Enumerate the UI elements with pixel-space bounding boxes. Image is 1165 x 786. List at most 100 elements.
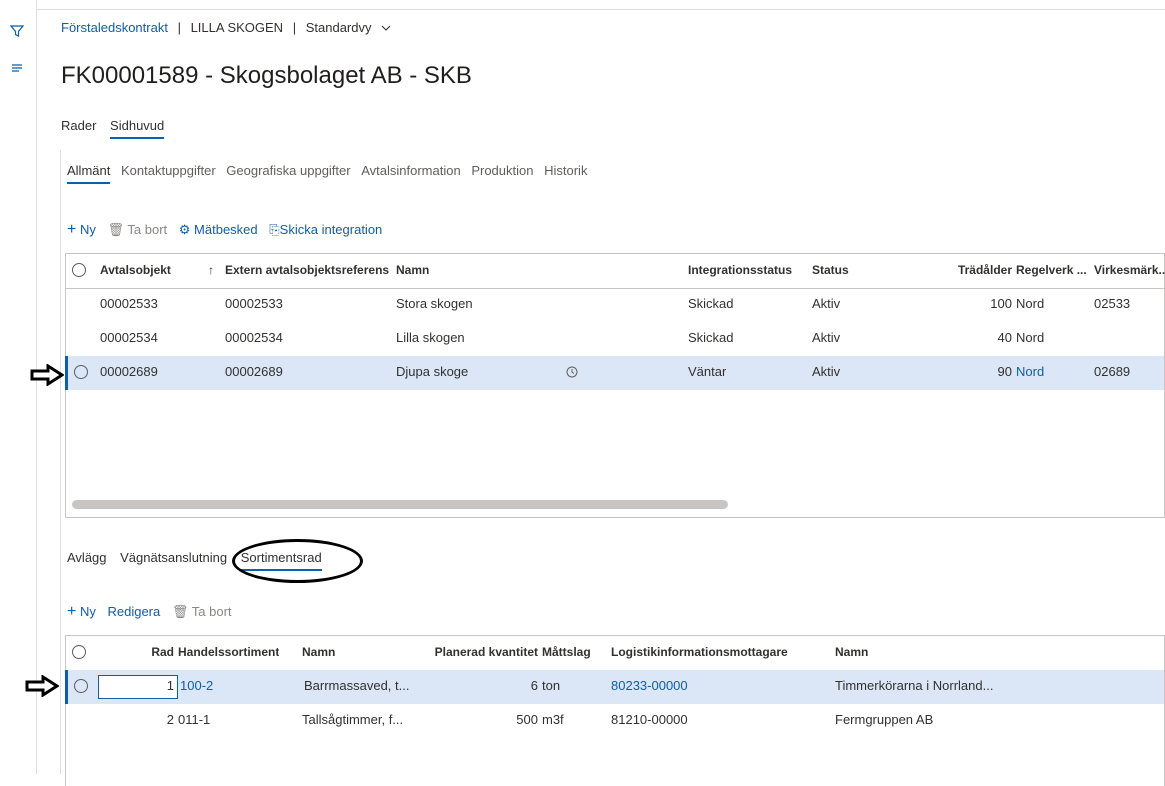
breadcrumb-separator: |: [177, 20, 181, 35]
tab-vagnatsanslutning[interactable]: Vägnätsanslutning: [120, 550, 227, 565]
cell-mattslag: m3f: [542, 712, 564, 727]
assortment-toolbar: + Ny Redigera 🗑 Ta bort: [67, 603, 240, 621]
measure-label: Mätbesked: [194, 222, 258, 237]
col-virkesmark[interactable]: Virkesmärk...: [1094, 254, 1165, 286]
new-button[interactable]: + Ny: [67, 221, 96, 239]
tab-kontaktuppgifter[interactable]: Kontaktuppgifter: [121, 163, 216, 178]
col-planerad-kvantitet[interactable]: Planerad kvantitet: [406, 636, 538, 668]
new-button[interactable]: + Ny: [67, 603, 96, 621]
top-divider: [37, 9, 1165, 10]
annotation-arrow-icon: [25, 675, 59, 697]
col-status[interactable]: Status: [812, 254, 849, 286]
cell-planerad-kvantitet: 6: [530, 678, 538, 693]
table-row[interactable]: 2 011-1 Tallsågtimmer, f... 500 m3f 8121…: [66, 704, 1164, 738]
select-all-radio[interactable]: [72, 263, 86, 277]
grid-header: Avtalsobjekt ↑ Extern avtalsobjektsrefer…: [66, 254, 1165, 289]
col-logistikmottagare[interactable]: Logistikinformationsmottagare: [611, 636, 788, 668]
sort-arrow-icon: ↑: [208, 263, 214, 277]
objects-grid: Avtalsobjekt ↑ Extern avtalsobjektsrefer…: [65, 253, 1165, 518]
tab-avlagg[interactable]: Avlägg: [67, 550, 107, 565]
col-tradalder[interactable]: Trädålder: [936, 254, 1012, 286]
new-label: Ny: [79, 604, 96, 619]
cell-integrationsstatus: Väntar: [688, 364, 727, 379]
table-row-selected[interactable]: 1 100-2 Barrmassaved, t... 6 ton 80233-0…: [65, 670, 1164, 704]
cell-status: Aktiv: [812, 330, 841, 345]
plus-icon: +: [67, 603, 77, 620]
cell-handelssortiment: 011-1: [178, 712, 211, 727]
tab-geografiska-uppgifter[interactable]: Geografiska uppgifter: [226, 163, 350, 178]
new-label: Ny: [79, 222, 96, 237]
edit-button[interactable]: Redigera: [107, 604, 160, 619]
plus-icon: +: [67, 221, 77, 238]
col-handelssortiment[interactable]: Handelssortiment: [178, 636, 279, 668]
annotation-arrow-icon: [30, 364, 64, 386]
cell-rad: 1: [166, 678, 174, 693]
cell-logistikmottagare: 81210-00000: [611, 712, 688, 727]
cell-virkesmark: 02689: [1094, 364, 1131, 379]
cell-tradalder: 90: [997, 364, 1012, 379]
cell-mottagare-namn: Fermgruppen AB: [835, 712, 934, 727]
measure-icon: ⚙: [178, 222, 191, 237]
menu-icon[interactable]: [9, 61, 25, 77]
tab-sidhuvud[interactable]: Sidhuvud: [110, 118, 165, 139]
view-label: Standardvy: [305, 20, 372, 35]
fasttab-bar: Allmänt Kontaktuppgifter Geografiska upp…: [67, 163, 594, 184]
row-select-radio[interactable]: [74, 679, 88, 693]
page-title: FK00001589 - Skogsbolaget AB - SKB: [61, 62, 472, 89]
col-mattslag[interactable]: Måttslag: [542, 636, 591, 668]
cell-avtalsobjekt: 00002689: [100, 364, 158, 379]
measure-button[interactable]: ⚙ Mätbesked: [179, 222, 258, 238]
col-avtalsobjekt[interactable]: Avtalsobjekt: [100, 254, 171, 286]
table-row-selected[interactable]: 00002689 00002689 Djupa skoge Väntar Akt…: [65, 356, 1164, 390]
cell-mattslag: ton: [542, 678, 561, 693]
cell-handelssortiment-link[interactable]: 100-2: [180, 670, 213, 702]
col-rad[interactable]: Rad: [126, 636, 174, 668]
send-label: Skicka integration: [279, 222, 383, 237]
table-row[interactable]: 00002534 00002534 Lilla skogen Skickad A…: [66, 322, 1164, 356]
cell-planerad-kvantitet: 500: [516, 712, 538, 727]
col-namn[interactable]: Namn: [396, 254, 429, 286]
assortment-grid: Rad Handelssortiment Namn Planerad kvant…: [65, 635, 1165, 786]
page-tabs: Rader Sidhuvud: [61, 118, 174, 139]
tab-produktion[interactable]: Produktion: [471, 163, 533, 178]
delete-label: Ta bort: [127, 222, 168, 237]
trash-icon: 🗑: [171, 604, 189, 619]
main-area: Förstaledskontrakt | LILLA SKOGEN | Stan…: [37, 0, 1165, 786]
col-integrationsstatus[interactable]: Integrationsstatus: [688, 254, 792, 286]
horizontal-scrollbar[interactable]: [72, 500, 728, 509]
cell-integrationsstatus: Skickad: [688, 330, 734, 345]
col-regelverk[interactable]: Regelverk ...: [1016, 254, 1087, 286]
tab-historik[interactable]: Historik: [544, 163, 587, 178]
left-rail: [0, 0, 37, 774]
cell-status: Aktiv: [812, 296, 841, 311]
tab-rader[interactable]: Rader: [61, 118, 96, 133]
cell-regelverk: Nord: [1016, 296, 1045, 311]
row-select-radio[interactable]: [74, 365, 88, 379]
col-namn[interactable]: Namn: [302, 636, 335, 668]
grid-header: Rad Handelssortiment Namn Planerad kvant…: [66, 636, 1164, 671]
filter-icon[interactable]: [9, 24, 25, 40]
cell-tradalder: 100: [990, 296, 1012, 311]
cell-regelverk-link[interactable]: Nord: [1016, 356, 1044, 388]
cell-avtalsobjekt: 00002533: [100, 296, 158, 311]
cell-logistikmottagare-link[interactable]: 80233-00000: [611, 670, 688, 702]
cell-tradalder: 40: [997, 330, 1012, 345]
tab-avtalsinformation[interactable]: Avtalsinformation: [361, 163, 460, 178]
edit-label: Redigera: [107, 604, 161, 619]
delete-button[interactable]: 🗑 Ta bort: [107, 222, 167, 238]
send-integration-button[interactable]: ⎘Skicka integration: [269, 222, 382, 238]
col-mottagare-namn[interactable]: Namn: [835, 636, 868, 668]
cell-mottagare-namn: Timmerkörarna i Norrland...: [835, 678, 994, 693]
cell-virkesmark: 02533: [1094, 296, 1131, 311]
table-row[interactable]: 00002533 00002533 Stora skogen Skickad A…: [66, 288, 1164, 322]
cell-avtalsobjekt: 00002534: [100, 330, 158, 345]
clock-icon: [566, 366, 578, 378]
breadcrumb-separator: |: [292, 20, 297, 35]
delete-button[interactable]: 🗑 Ta bort: [172, 604, 232, 620]
select-all-radio[interactable]: [72, 645, 86, 659]
view-selector[interactable]: Standardvy: [306, 20, 391, 35]
tab-allmant[interactable]: Allmänt: [67, 163, 111, 184]
header-panel: Allmänt Kontaktuppgifter Geografiska upp…: [60, 150, 1165, 786]
breadcrumb-link[interactable]: Förstaledskontrakt: [61, 20, 168, 35]
col-extern-ref[interactable]: Extern avtalsobjektsreferens: [225, 254, 389, 286]
